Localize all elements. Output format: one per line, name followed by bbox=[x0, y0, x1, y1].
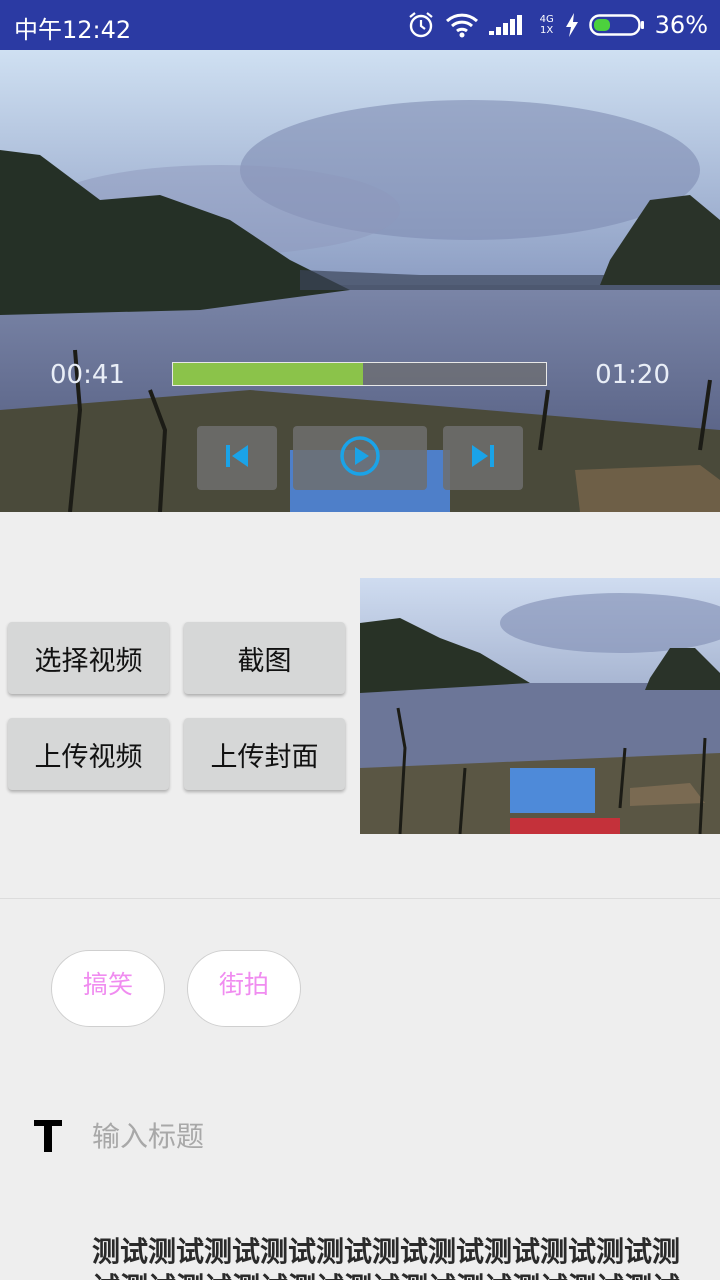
wifi-icon bbox=[445, 12, 479, 38]
previous-icon bbox=[222, 441, 252, 475]
snapshot-button[interactable]: 截图 bbox=[184, 622, 345, 694]
progress-fill bbox=[173, 363, 364, 385]
tag-chip[interactable]: 街拍 bbox=[187, 950, 301, 1027]
alarm-icon bbox=[407, 11, 435, 39]
progress-bar[interactable] bbox=[172, 362, 547, 386]
video-player[interactable]: 00:41 01:20 bbox=[0, 50, 720, 512]
content-text[interactable]: 测试测试测试测试测试测试测试测试测试测试测试测试测试测试测试测试测试测试测试测试… bbox=[92, 1234, 704, 1280]
current-time: 00:41 bbox=[50, 360, 125, 390]
title-input[interactable] bbox=[92, 1116, 692, 1156]
upload-video-button[interactable]: 上传视频 bbox=[8, 718, 169, 790]
cover-thumbnail bbox=[360, 578, 720, 834]
status-time: 中午12:42 bbox=[14, 16, 132, 44]
network-type: 4G 1X bbox=[539, 14, 554, 36]
upload-cover-button[interactable]: 上传封面 bbox=[184, 718, 345, 790]
battery-icon bbox=[588, 12, 645, 38]
text-title-icon bbox=[34, 1120, 62, 1152]
status-icons: 4G 1X 36% bbox=[407, 8, 708, 42]
play-button[interactable] bbox=[293, 426, 427, 490]
section-divider bbox=[0, 898, 720, 899]
previous-button[interactable] bbox=[197, 426, 277, 490]
total-time: 01:20 bbox=[595, 360, 670, 390]
play-icon bbox=[339, 435, 381, 481]
signal-icon bbox=[488, 13, 529, 37]
status-bar: 中午12:42 4G 1X 36% bbox=[0, 0, 720, 50]
tag-chip[interactable]: 搞笑 bbox=[51, 950, 165, 1027]
next-button[interactable] bbox=[443, 426, 523, 490]
charging-icon bbox=[565, 13, 579, 37]
battery-percent: 36% bbox=[654, 11, 708, 39]
next-icon bbox=[468, 441, 498, 475]
select-video-button[interactable]: 选择视频 bbox=[8, 622, 169, 694]
